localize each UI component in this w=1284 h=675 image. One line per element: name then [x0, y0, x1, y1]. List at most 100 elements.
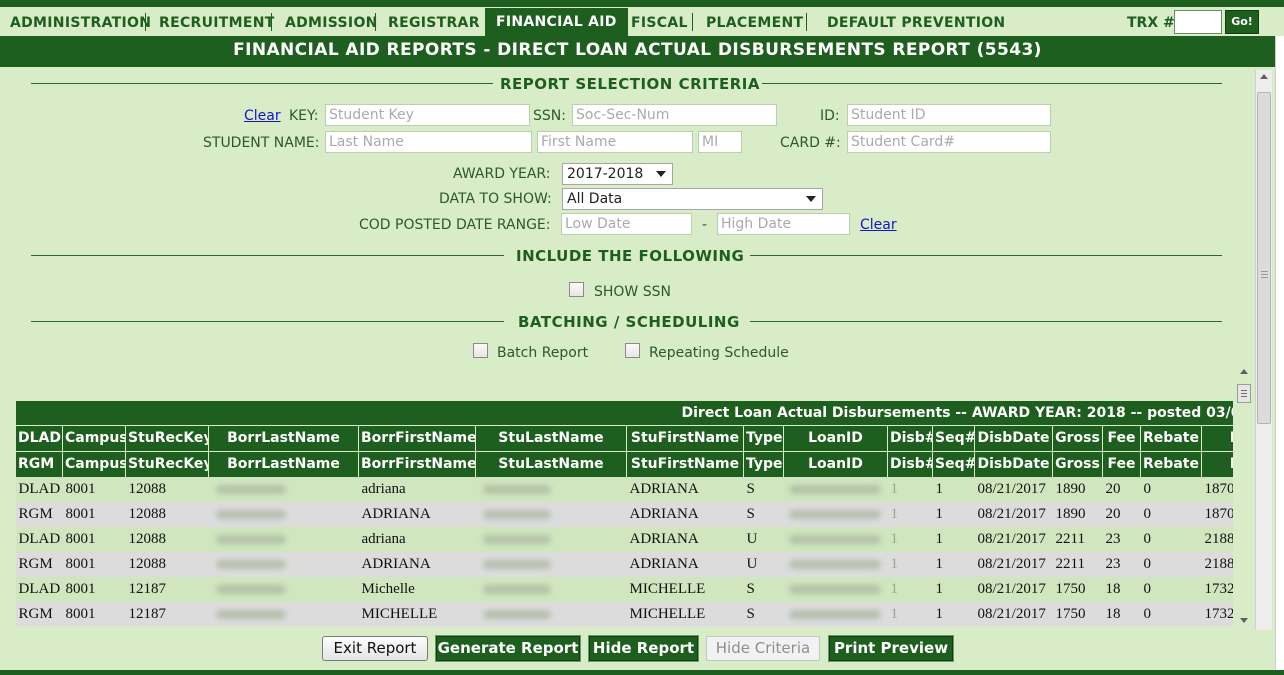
- redacted-value: [788, 510, 881, 520]
- column-header: Fee: [1102, 450, 1141, 477]
- column-header: BorrLastName: [208, 424, 359, 451]
- print-preview-button[interactable]: Print Preview: [828, 635, 954, 662]
- table-cell: 1732: [1201, 577, 1233, 602]
- table-cell: 1: [932, 552, 975, 577]
- table-cell: 8001: [62, 477, 126, 502]
- repeating-schedule-label: Repeating Schedule: [649, 345, 789, 361]
- repeating-schedule-checkbox[interactable]: [625, 343, 640, 358]
- nav-admission[interactable]: ADMISSION: [285, 13, 378, 33]
- award-year-select[interactable]: 2017-2018: [562, 163, 673, 185]
- student-id-input[interactable]: Student ID: [847, 104, 1051, 126]
- table-cell: 1: [932, 477, 975, 502]
- hide-report-button[interactable]: Hide Report: [588, 635, 699, 662]
- table-cell: 20: [1102, 477, 1141, 502]
- student-key-input[interactable]: Student Key: [325, 104, 530, 126]
- column-header: DisbDate: [974, 450, 1053, 477]
- scroll-up-icon[interactable]: [1260, 74, 1268, 79]
- redacted-value: [482, 585, 551, 595]
- column-header: StuLastName: [475, 450, 627, 477]
- scroll-thumb[interactable]: [1257, 92, 1271, 424]
- scroll-thumb[interactable]: [1237, 384, 1251, 403]
- table-cell: 0: [1140, 602, 1202, 627]
- first-name-input[interactable]: First Name: [537, 131, 693, 153]
- hide-criteria-button[interactable]: Hide Criteria: [706, 636, 820, 661]
- batch-report-checkbox[interactable]: [473, 343, 488, 358]
- nav-fiscal[interactable]: FISCAL: [631, 13, 688, 33]
- table-cell: 23: [1102, 527, 1141, 552]
- column-header: Seq#: [932, 424, 975, 451]
- generate-report-button[interactable]: Generate Report: [435, 635, 581, 662]
- scroll-down-icon[interactable]: [1240, 618, 1248, 623]
- table-cell: 08/21/2017: [974, 477, 1053, 502]
- header-row-rgm: RGM Campus StuRecKey BorrLastName BorrFirstN…: [15, 450, 1233, 477]
- table-row: RGM 8001 12088 ADRIANA ADRIANA S 1 1 08/21/2017 1…: [15, 502, 1233, 527]
- section-divider: [31, 321, 504, 322]
- column-header: LoanID: [783, 450, 888, 477]
- redacted-value: [788, 485, 881, 495]
- table-cell: S: [743, 577, 784, 602]
- column-header: BorrFirstName: [358, 424, 476, 451]
- table-cell: RGM: [15, 602, 63, 627]
- table-cell: 12088: [125, 502, 209, 527]
- last-name-input[interactable]: Last Name: [325, 131, 532, 153]
- table-row: DLAD 8001 12088 adriana ADRIANA S 1 1 08/21/2017…: [15, 477, 1233, 502]
- table-cell: 1732: [1201, 602, 1233, 627]
- table-row: RGM 8001 12088 ADRIANA ADRIANA U 1 1 08/21/2017 2…: [15, 552, 1233, 577]
- redacted-cell: [475, 477, 627, 502]
- nav-administration[interactable]: ADMINISTRATION: [10, 13, 151, 33]
- data-to-show-select[interactable]: All Data: [562, 188, 823, 210]
- redacted-value: [482, 535, 551, 545]
- exit-report-button[interactable]: Exit Report: [322, 636, 428, 661]
- nav-separator: [145, 13, 146, 31]
- nav-placement[interactable]: PLACEMENT: [706, 13, 803, 33]
- page-scrollbar[interactable]: [1255, 70, 1272, 630]
- clear-date-link[interactable]: Clear: [860, 216, 897, 234]
- show-ssn-label: SHOW SSN: [594, 284, 671, 300]
- column-header: Campus: [62, 450, 126, 477]
- nav-recruitment[interactable]: RECRUITMENT: [159, 13, 275, 33]
- date-range-dash: -: [702, 217, 708, 233]
- trx-input[interactable]: [1174, 10, 1222, 34]
- redacted-cell: [208, 527, 359, 552]
- student-card-input[interactable]: Student Card#: [847, 131, 1051, 153]
- redacted-cell: [475, 552, 627, 577]
- column-header: Rebate: [1140, 424, 1202, 451]
- redacted-value: [215, 510, 286, 520]
- column-header: StuLastName: [475, 424, 627, 451]
- high-date-input[interactable]: High Date: [717, 213, 850, 235]
- table-cell: 1: [887, 577, 933, 602]
- award-year-label: AWARD YEAR:: [453, 166, 551, 182]
- scroll-up-icon[interactable]: [1240, 369, 1248, 374]
- report-scrollbar[interactable]: [1236, 366, 1252, 628]
- table-cell: 1: [887, 502, 933, 527]
- low-date-input[interactable]: Low Date: [561, 213, 692, 235]
- table-cell: 1: [887, 602, 933, 627]
- redacted-value: [215, 610, 286, 620]
- clear-key-link[interactable]: Clear: [244, 107, 281, 125]
- column-header: Type: [743, 424, 784, 451]
- nav-registrar[interactable]: REGISTRAR: [388, 13, 480, 33]
- ssn-input[interactable]: Soc-Sec-Num: [572, 104, 777, 126]
- redacted-cell: [208, 552, 359, 577]
- section-divider: [762, 83, 1222, 84]
- redacted-value: [215, 560, 286, 570]
- table-cell: 8001: [62, 502, 126, 527]
- table-cell: 8001: [62, 577, 126, 602]
- middle-initial-input[interactable]: MI: [698, 131, 742, 153]
- show-ssn-checkbox[interactable]: [569, 282, 584, 297]
- column-header: Campus: [62, 424, 126, 451]
- trx-label: TRX #:: [1127, 15, 1181, 31]
- table-cell: RGM: [15, 502, 63, 527]
- data-to-show-label: DATA TO SHOW:: [439, 191, 552, 207]
- redacted-value: [482, 485, 551, 495]
- table-cell: 1890: [1052, 502, 1103, 527]
- redacted-value: [788, 535, 881, 545]
- go-button[interactable]: Go!: [1225, 10, 1259, 34]
- table-cell: 23: [1102, 552, 1141, 577]
- nav-default-prevention[interactable]: DEFAULT PREVENTION: [827, 13, 1005, 33]
- table-cell: ADRIANA: [626, 552, 744, 577]
- report-table: Direct Loan Actual Disbursements -- AWAR…: [15, 401, 1233, 627]
- redacted-value: [788, 560, 881, 570]
- nav-financial-aid[interactable]: FINANCIAL AID: [485, 8, 628, 36]
- column-header: StuRecKey: [125, 450, 209, 477]
